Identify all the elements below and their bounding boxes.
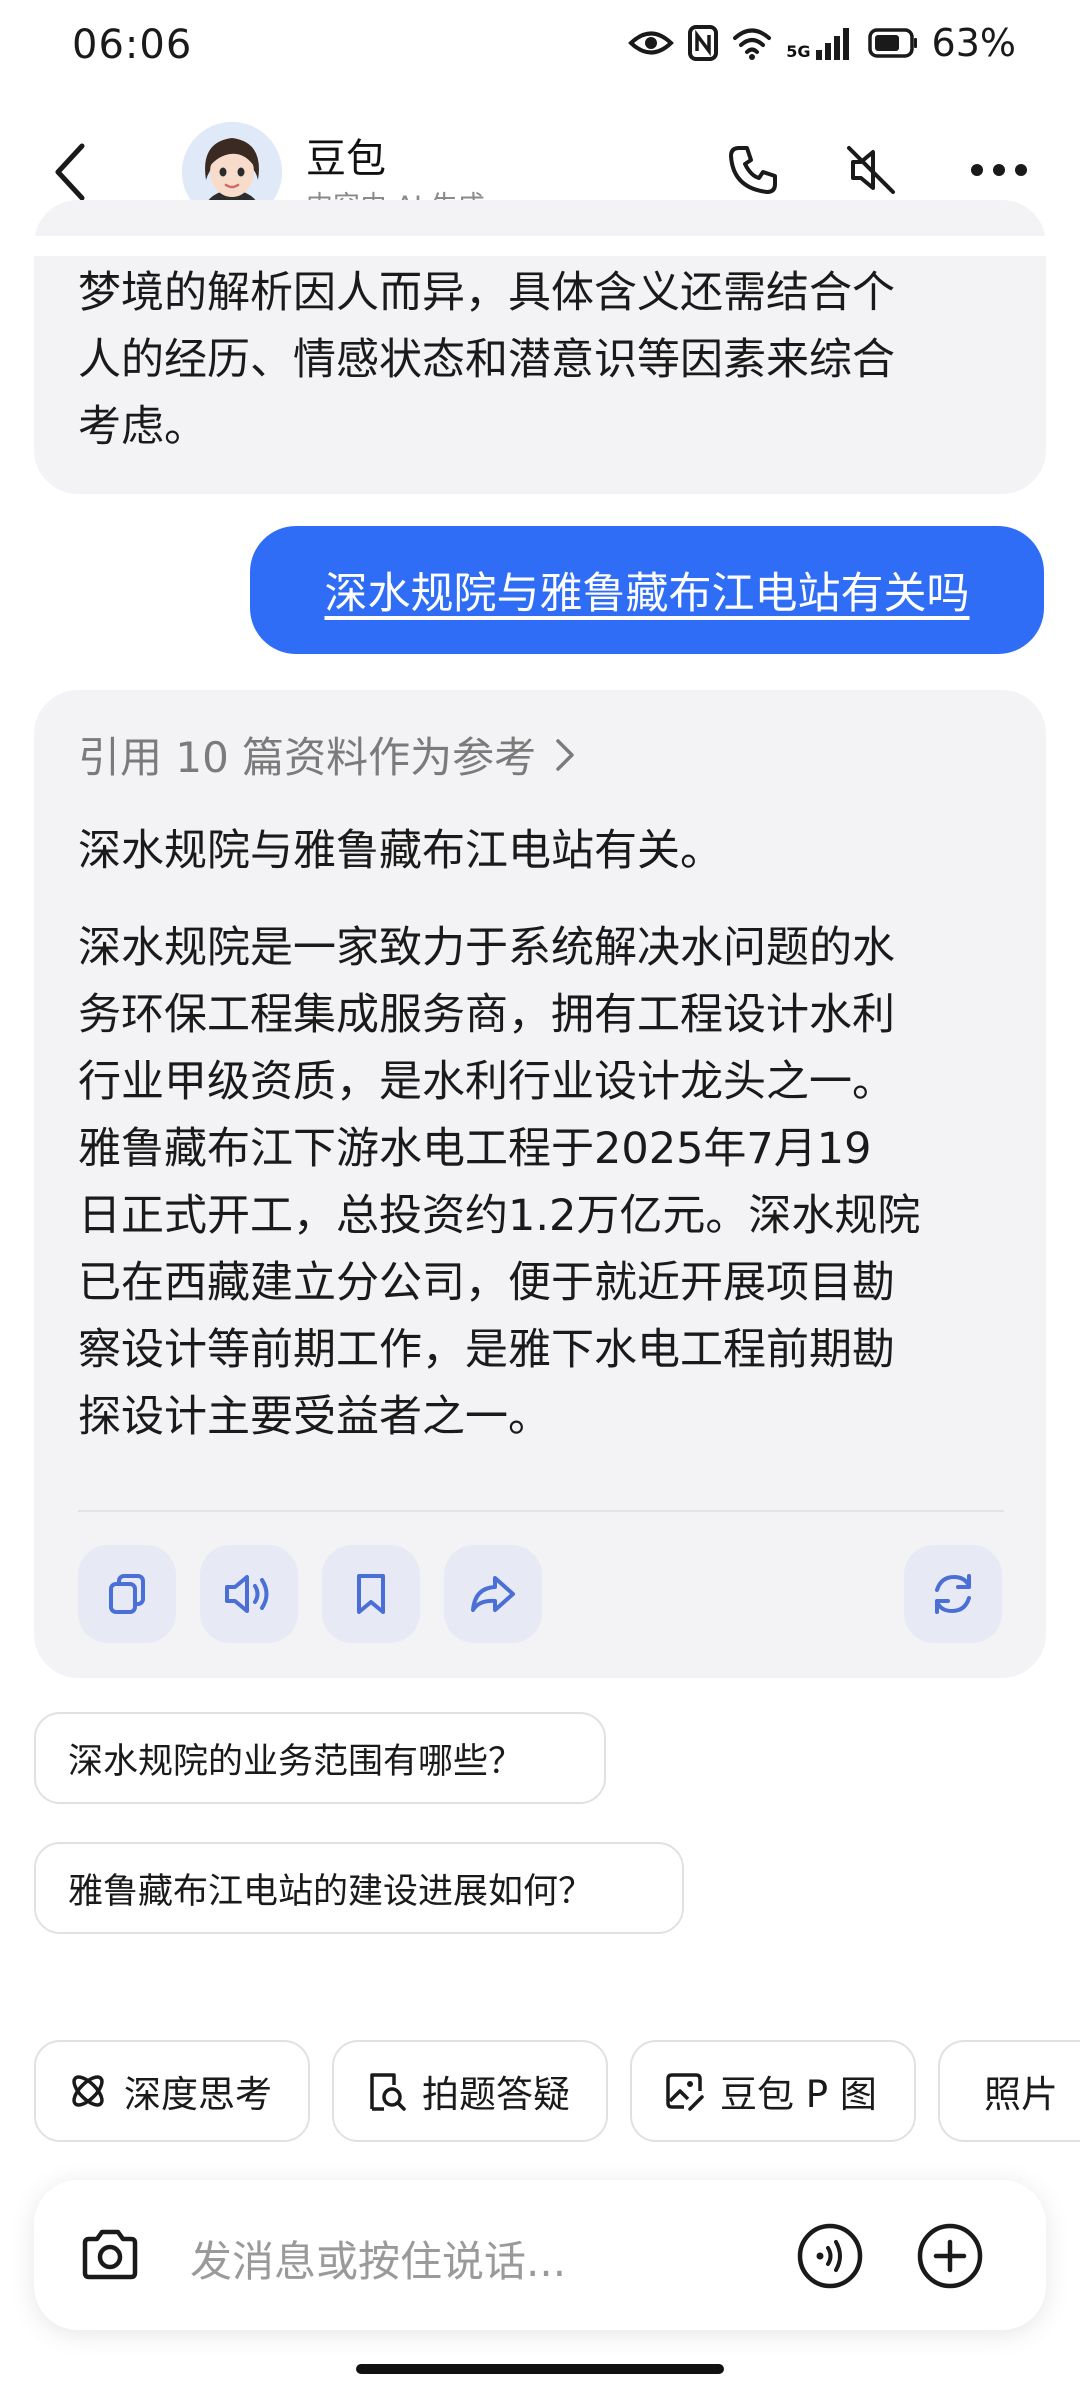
references-label: 引用 10 篇资料作为参考 <box>78 733 537 782</box>
more-dots-icon <box>971 164 1027 176</box>
user-message[interactable]: 深水规院与雅鲁藏布江电站有关吗 <box>250 526 1044 654</box>
voice-wave-icon <box>797 2223 863 2289</box>
scan-question-icon <box>370 2073 406 2111</box>
suggestion-chip[interactable]: 深水规院的业务范围有哪些？ <box>34 1712 606 1804</box>
text-line: 察设计等前期工作，是雅下水电工程前期勘 <box>78 1325 895 1375</box>
tool-photo-edit[interactable]: 豆包 P 图 <box>630 2040 916 2142</box>
speaker-icon <box>225 1575 269 1613</box>
text-line <box>78 885 1018 915</box>
battery-icon <box>867 28 917 58</box>
tool-photo-question[interactable]: 拍题答疑 <box>332 2040 608 2142</box>
header-bottom-mask <box>0 236 1080 256</box>
tool-label: 豆包 P 图 <box>720 2073 877 2116</box>
references-link[interactable]: 引用 10 篇资料作为参考 <box>78 724 576 785</box>
tool-deep-think[interactable]: 深度思考 <box>34 2040 310 2142</box>
text-line: 已在西藏建立分公司，便于就近开展项目勘 <box>78 1258 895 1308</box>
atom-icon <box>72 2075 104 2107</box>
bookmark-icon <box>357 1574 385 1614</box>
page-title: 豆包 <box>306 136 386 182</box>
status-time: 06:06 <box>72 22 193 68</box>
text-line: 日正式开工，总投资约1.2万亿元。深水规院 <box>78 1191 921 1241</box>
text-line: 务环保工程集成服务商，拥有工程设计水利 <box>78 990 895 1040</box>
network-type-label: 5G <box>786 42 811 61</box>
share-arrow-icon <box>471 1576 515 1612</box>
tool-label: 照片 <box>984 2073 1058 2116</box>
speaker-muted-icon <box>847 146 895 194</box>
answer-divider <box>78 1510 1004 1512</box>
text-line: 雅鲁藏布江下游水电工程于2025年7月19 <box>78 1124 872 1174</box>
tool-photo[interactable]: 照片 <box>938 2040 1080 2142</box>
bookmark-button[interactable] <box>322 1545 420 1643</box>
chevron-left-icon <box>55 143 85 201</box>
image-edit-icon <box>666 2073 704 2111</box>
read-aloud-button[interactable] <box>200 1545 298 1643</box>
text-line: 深水规院是一家致力于系统解决水问题的水 <box>78 923 895 973</box>
home-indicator[interactable] <box>356 2364 724 2374</box>
text-line: 人的经历、情感状态和潜意识等因素来综合 <box>78 335 895 385</box>
prev-ai-message-text: 梦境的解析因人而异，具体含义还需结合个 人的经历、情感状态和潜意识等因素来综合 … <box>78 260 1018 461</box>
nfc-icon <box>688 25 719 61</box>
wifi-icon <box>733 28 772 60</box>
camera-button[interactable] <box>70 2220 150 2290</box>
text-line: 梦境的解析因人而异，具体含义还需结合个 <box>78 268 895 318</box>
user-message-text: 深水规院与雅鲁藏布江电站有关吗 <box>324 569 970 619</box>
call-button[interactable] <box>718 135 788 205</box>
text-line: 深水规院与雅鲁藏布江电站有关。 <box>78 826 723 876</box>
suggestion-chip[interactable]: 雅鲁藏布江电站的建设进展如何？ <box>34 1842 684 1934</box>
tool-label: 拍题答疑 <box>422 2073 570 2116</box>
add-button[interactable] <box>914 2220 986 2292</box>
battery-percent: 63% <box>931 21 1016 65</box>
text-line: 探设计主要受益者之一。 <box>78 1392 551 1442</box>
signal-icon <box>815 28 849 60</box>
plus-circle-icon <box>917 2223 983 2289</box>
more-button[interactable] <box>964 135 1034 205</box>
refresh-icon <box>935 1574 971 1614</box>
regenerate-button[interactable] <box>904 1545 1002 1643</box>
text-line: 考虑。 <box>78 402 207 452</box>
voice-call-button[interactable] <box>794 2220 866 2292</box>
eye-icon <box>628 31 675 55</box>
tool-label: 深度思考 <box>124 2073 272 2116</box>
copy-icon <box>109 1574 145 1614</box>
phone-icon <box>729 146 777 194</box>
chevron-right-icon <box>556 738 574 771</box>
text-line: 行业甲级资质，是水利行业设计龙头之一。 <box>78 1057 895 1107</box>
message-input[interactable]: 发消息或按住说话... <box>190 2228 566 2289</box>
camera-icon <box>82 2229 138 2280</box>
status-icons: 5G 63% <box>628 20 1016 66</box>
share-button[interactable] <box>444 1545 542 1643</box>
ai-answer-text: 深水规院与雅鲁藏布江电站有关。 深水规院是一家致力于系统解决水问题的水 务环保工… <box>78 818 1018 1451</box>
mute-voice-button[interactable] <box>836 135 906 205</box>
copy-button[interactable] <box>78 1545 176 1643</box>
